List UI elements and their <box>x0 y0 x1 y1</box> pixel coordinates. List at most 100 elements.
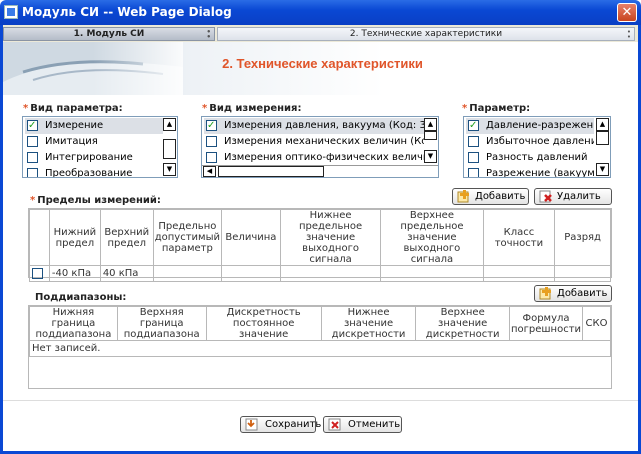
column-header[interactable]: Верхнее предельное значение выходного си… <box>380 209 484 266</box>
scroll-up-icon[interactable]: ▲ <box>596 118 609 131</box>
vertical-scrollbar[interactable]: ▲ ▼ <box>163 117 177 177</box>
checkbox[interactable] <box>27 152 38 163</box>
table-cell[interactable] <box>279 265 382 282</box>
checkbox[interactable] <box>27 136 38 147</box>
add-subrange-button[interactable]: Добавить <box>534 285 612 302</box>
tab-step-1[interactable]: 1. Модуль СИ • • <box>3 27 215 41</box>
list-item[interactable]: Разность давлений <box>466 150 594 166</box>
checkbox[interactable] <box>32 267 43 279</box>
list-item[interactable]: Измерение <box>25 118 163 134</box>
param-kind-listbox[interactable]: Измерение Имитация Интегрирование Преобр… <box>22 116 178 178</box>
subranges-label: Поддиапазоны: <box>35 292 127 303</box>
list-item[interactable]: Интегрирование <box>25 150 163 166</box>
save-button-label: Сохранить <box>265 419 322 430</box>
required-marker: * <box>30 195 36 206</box>
list-item[interactable]: Преобразование <box>25 166 163 177</box>
column-header[interactable]: Нижнее предельное значение выходного сиг… <box>279 209 382 266</box>
scroll-down-icon[interactable]: ▼ <box>424 150 437 163</box>
tab-step-2[interactable]: 2. Технические характеристики • • <box>217 27 635 41</box>
required-marker: * <box>462 103 468 114</box>
save-icon <box>245 418 258 431</box>
cancel-button[interactable]: Отменить <box>323 416 402 433</box>
column-header[interactable]: Нижний предел <box>48 209 101 266</box>
checkbox[interactable] <box>27 118 38 134</box>
scroll-down-icon[interactable]: ▼ <box>596 163 609 176</box>
column-header[interactable]: Дискретность постоянное значение <box>205 306 322 341</box>
empty-message: Нет записей. <box>29 340 611 357</box>
column-header[interactable]: Верхняя граница поддиапазона <box>116 306 207 341</box>
scroll-thumb[interactable] <box>596 131 609 145</box>
parameter-label: Параметр: <box>469 103 531 114</box>
parameter-listbox[interactable]: Давление-разрежение Избыточное давление … <box>463 116 611 178</box>
window-close-button[interactable]: ✕ <box>617 3 637 22</box>
column-header[interactable]: Верхний предел <box>99 209 154 266</box>
table-row[interactable]: -40 кПа 40 кПа <box>29 265 611 282</box>
table-row: Нет записей. <box>29 340 611 357</box>
column-header <box>29 209 50 266</box>
checkbox[interactable] <box>206 152 217 163</box>
required-marker: * <box>23 103 29 114</box>
table-cell[interactable] <box>554 265 611 282</box>
delete-limit-button[interactable]: Удалить <box>534 188 612 205</box>
scroll-thumb[interactable] <box>163 139 176 159</box>
list-item[interactable]: Измерения давления, вакуума (Код: 30) <box>204 118 424 134</box>
measure-kind-listbox[interactable]: Измерения давления, вакуума (Код: 30) Из… <box>201 116 439 178</box>
tab-step-1-label: 1. Модуль СИ <box>73 29 145 39</box>
checkbox[interactable] <box>468 168 479 177</box>
checkbox[interactable] <box>27 168 38 177</box>
list-item[interactable]: Измерения оптико-физических величин (Код <box>204 150 424 166</box>
subranges-table-panel: Нижняя граница поддиапазона Верхняя гран… <box>28 305 612 389</box>
save-button[interactable]: Сохранить <box>240 416 321 433</box>
add-limit-button-label: Добавить <box>475 191 526 202</box>
table-cell[interactable] <box>380 265 484 282</box>
column-header[interactable]: Класс точности <box>482 209 556 266</box>
vertical-scrollbar[interactable]: ▲ ▼ <box>424 117 438 164</box>
scroll-down-icon[interactable]: ▼ <box>163 163 176 176</box>
add-limit-button[interactable]: Добавить <box>452 188 529 205</box>
list-item[interactable]: Измерения механических величин (Код: 28) <box>204 134 424 150</box>
checkbox[interactable] <box>206 118 217 134</box>
table-cell[interactable] <box>152 265 222 282</box>
scroll-thumb[interactable] <box>424 131 437 140</box>
list-item-label: Измерения механических величин (Код: 28) <box>224 136 424 147</box>
table-cell[interactable]: -40 кПа <box>48 265 101 282</box>
list-item[interactable]: Разрежение (вакуум) <box>466 166 594 177</box>
horizontal-scrollbar[interactable]: ◀ <box>202 165 438 177</box>
column-header[interactable]: Величина <box>220 209 281 266</box>
scroll-thumb[interactable] <box>218 166 324 177</box>
param-kind-heading: * Вид параметра: <box>23 103 123 114</box>
scroll-up-icon[interactable]: ▲ <box>424 118 437 131</box>
cancel-icon <box>328 418 341 431</box>
list-item-label: Измерения оптико-физических величин (Код <box>224 152 424 163</box>
column-header[interactable]: СКО <box>582 306 611 341</box>
column-header[interactable]: Верхнее значение дискретности <box>415 306 510 341</box>
table-cell[interactable]: 40 кПа <box>99 265 154 282</box>
checkbox[interactable] <box>468 118 479 134</box>
list-item[interactable]: Избыточное давление <box>466 134 594 150</box>
column-header[interactable]: Разряд <box>554 209 611 266</box>
checkbox[interactable] <box>468 152 479 163</box>
column-header[interactable]: Формула погрешности <box>508 306 584 341</box>
table-cell[interactable] <box>220 265 281 282</box>
checkbox[interactable] <box>206 136 217 147</box>
limits-heading: * Пределы измерений: <box>30 195 161 206</box>
list-item-label: Избыточное давление <box>486 136 594 147</box>
window-titlebar: Модуль СИ -- Web Page Dialog ✕ <box>0 0 641 25</box>
row-select-cell[interactable] <box>29 265 50 282</box>
column-header[interactable]: Предельно допустимый параметр <box>152 209 222 266</box>
window-app-icon <box>4 5 18 19</box>
scroll-left-icon[interactable]: ◀ <box>203 166 216 177</box>
window-title: Модуль СИ -- Web Page Dialog <box>22 5 232 19</box>
scroll-up-icon[interactable]: ▲ <box>163 118 176 131</box>
vertical-scrollbar[interactable]: ▲ ▼ <box>596 117 610 177</box>
list-item-label: Давление-разрежение <box>486 120 594 131</box>
required-marker: * <box>202 103 208 114</box>
checkbox[interactable] <box>468 136 479 147</box>
table-cell[interactable] <box>482 265 556 282</box>
add-icon <box>539 287 551 300</box>
list-item[interactable]: Давление-разрежение <box>466 118 594 134</box>
limits-table: Нижний предел Верхний предел Предельно д… <box>29 209 611 282</box>
column-header[interactable]: Нижняя граница поддиапазона <box>29 306 118 341</box>
column-header[interactable]: Нижнее значение дискретности <box>320 306 417 341</box>
list-item[interactable]: Имитация <box>25 134 163 150</box>
